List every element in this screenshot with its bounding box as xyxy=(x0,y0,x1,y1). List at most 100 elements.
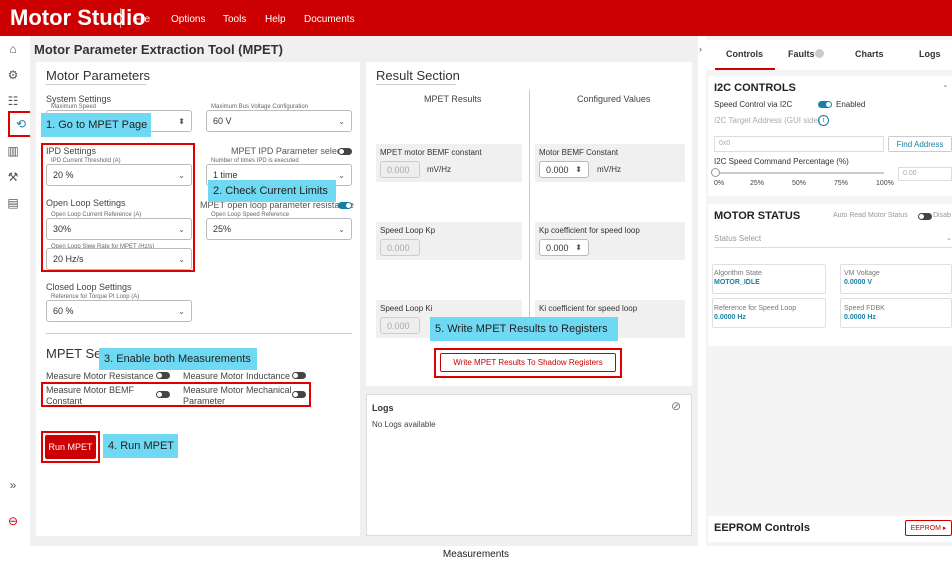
measure-resistance-toggle[interactable] xyxy=(156,372,170,379)
motor-parameters-heading: Motor Parameters xyxy=(46,68,151,83)
cfg-kp-value: 0.000 xyxy=(546,242,569,253)
menu-options[interactable]: Options xyxy=(171,14,205,25)
algo-state-label: Algorithm State xyxy=(714,270,762,277)
system-settings-label: System Settings xyxy=(46,94,112,104)
vm-voltage-value: 0.0000 V xyxy=(844,279,873,286)
speed-fdbk-card xyxy=(840,298,952,328)
speed-fdbk-label: Speed FDBK xyxy=(844,305,885,312)
tab-faults[interactable]: Faults xyxy=(788,49,815,59)
column-divider xyxy=(529,90,530,340)
ol-speed-select[interactable]: 25% ⌄ xyxy=(206,218,352,240)
speed-control-label: Speed Control via I2C xyxy=(714,100,793,109)
slider-tick-25: 25% xyxy=(750,180,765,187)
expand-icon[interactable]: » xyxy=(6,478,20,492)
bemf-result-value: 0.000 xyxy=(380,161,420,178)
menu-file[interactable]: File xyxy=(134,14,150,25)
eeprom-button[interactable]: EEPROM ▸ xyxy=(905,520,952,536)
tab-controls[interactable]: Controls xyxy=(726,49,763,59)
ol-speed-value: 25% xyxy=(213,224,232,234)
configured-values-column: Configured Values xyxy=(577,94,651,104)
clear-logs-icon[interactable]: ⊘ xyxy=(671,399,681,413)
kp-result-value: 0.000 xyxy=(380,239,420,256)
info-icon[interactable]: i xyxy=(818,115,829,126)
callout-step-5: 5. Write MPET Results to Registers xyxy=(430,317,618,341)
collapse-panel-icon[interactable]: › xyxy=(699,44,702,54)
sliders-icon[interactable]: ☷ xyxy=(6,94,20,108)
ref-speed-value: 0.0000 Hz xyxy=(714,314,746,321)
open-loop-param-toggle[interactable] xyxy=(338,202,352,209)
heading-underline xyxy=(376,84,456,85)
measure-mech-toggle[interactable] xyxy=(292,391,306,398)
target-address-input[interactable]: 0x0 xyxy=(714,136,884,152)
home-icon[interactable]: ⌂ xyxy=(6,42,20,56)
callout-step-2: 2. Check Current Limits xyxy=(208,180,336,202)
bemf-result-unit: mV/Hz xyxy=(427,165,451,174)
slider-tick-100: 100% xyxy=(876,180,894,187)
register-icon[interactable]: ▤ xyxy=(6,196,20,210)
ipd-param-toggle[interactable] xyxy=(338,148,352,155)
ki-result-label: Speed Loop Ki xyxy=(380,304,433,313)
cfg-kp-label: Kp coefficient for speed loop xyxy=(539,226,640,235)
callout-step-3: 3. Enable both Measurements xyxy=(99,348,257,370)
title-divider xyxy=(120,8,121,28)
measure-bemf-label-2: Constant xyxy=(46,396,83,406)
cfg-bemf-unit: mV/Hz xyxy=(597,165,621,174)
chevron-down-icon: ⌄ xyxy=(338,170,345,180)
current-limits-highlight xyxy=(41,143,195,272)
callout-step-4: 4. Run MPET xyxy=(103,434,178,458)
write-results-button[interactable]: Write MPET Results To Shadow Registers xyxy=(440,353,616,372)
slider-handle[interactable] xyxy=(711,168,720,177)
cfg-bemf-input[interactable]: 0.000 ⬍ xyxy=(539,161,589,178)
collapse-icon[interactable]: ⌃ xyxy=(942,84,949,93)
mpet-page-icon[interactable]: ⟲ xyxy=(14,117,28,131)
chart-icon[interactable]: ▥ xyxy=(6,144,20,158)
auto-read-state: Disab xyxy=(933,212,951,219)
fault-indicator-icon xyxy=(815,49,824,58)
mpet-selection-heading: MPET Sel xyxy=(46,346,105,361)
figure-caption: Measurements xyxy=(442,549,510,560)
speed-command-label: I2C Speed Command Percentage (%) xyxy=(714,157,849,166)
tab-charts[interactable]: Charts xyxy=(855,49,884,59)
cl-ref-value: 60 % xyxy=(53,306,74,316)
speed-fdbk-value: 0.0000 Hz xyxy=(844,314,876,321)
heading-underline xyxy=(46,84,146,85)
section-divider xyxy=(46,333,352,334)
speed-command-slider[interactable] xyxy=(714,172,884,174)
speed-control-state: Enabled xyxy=(836,100,866,109)
menu-help[interactable]: Help xyxy=(265,14,286,25)
algo-state-value: MOTOR_IDLE xyxy=(714,279,760,286)
kp-result-label: Speed Loop Kp xyxy=(380,226,436,235)
slider-tick-75: 75% xyxy=(834,180,849,187)
max-bus-voltage-select[interactable]: 60 V ⌄ xyxy=(206,110,352,132)
settings-icon[interactable]: ⚒ xyxy=(6,170,20,184)
menu-documents[interactable]: Documents xyxy=(304,14,355,25)
logs-panel xyxy=(366,394,692,536)
run-mpet-button[interactable]: Run MPET xyxy=(45,435,96,459)
vm-voltage-label: VM Voltage xyxy=(844,270,880,277)
measure-bemf-toggle[interactable] xyxy=(156,391,170,398)
i2c-controls-heading: I2C CONTROLS xyxy=(714,82,796,94)
cfg-kp-input[interactable]: 0.000 ⬍ xyxy=(539,239,589,256)
status-select[interactable]: Status Select xyxy=(714,230,952,248)
logs-empty-text: No Logs available xyxy=(372,420,436,429)
eeprom-heading: EEPROM Controls xyxy=(714,522,810,534)
app-title: Motor Studio xyxy=(10,5,146,30)
speed-control-toggle[interactable] xyxy=(818,101,832,108)
cfg-bemf-value: 0.000 xyxy=(546,164,569,175)
find-address-button[interactable]: Find Address xyxy=(888,136,952,152)
stepper-icon: ⬍ xyxy=(178,116,185,126)
measure-resistance-label: Measure Motor Resistance xyxy=(46,371,154,381)
auto-read-toggle[interactable] xyxy=(918,213,932,220)
auto-read-label: Auto Read Motor Status xyxy=(833,212,908,219)
speed-command-input[interactable]: 0.00 xyxy=(898,167,952,181)
menu-tools[interactable]: Tools xyxy=(223,14,246,25)
link-icon[interactable]: ⊖ xyxy=(6,514,20,528)
cl-ref-select[interactable]: 60 % ⌄ xyxy=(46,300,192,322)
measure-mech-label-2: Parameter xyxy=(183,396,226,406)
tab-logs[interactable]: Logs xyxy=(919,49,941,59)
measure-bemf-label: Measure Motor BEMF xyxy=(46,385,135,395)
logs-heading: Logs xyxy=(372,403,394,413)
ki-result-value: 0.000 xyxy=(380,317,420,334)
gear-outline-icon[interactable]: ⚙ xyxy=(6,68,20,82)
measure-inductance-toggle[interactable] xyxy=(292,372,306,379)
